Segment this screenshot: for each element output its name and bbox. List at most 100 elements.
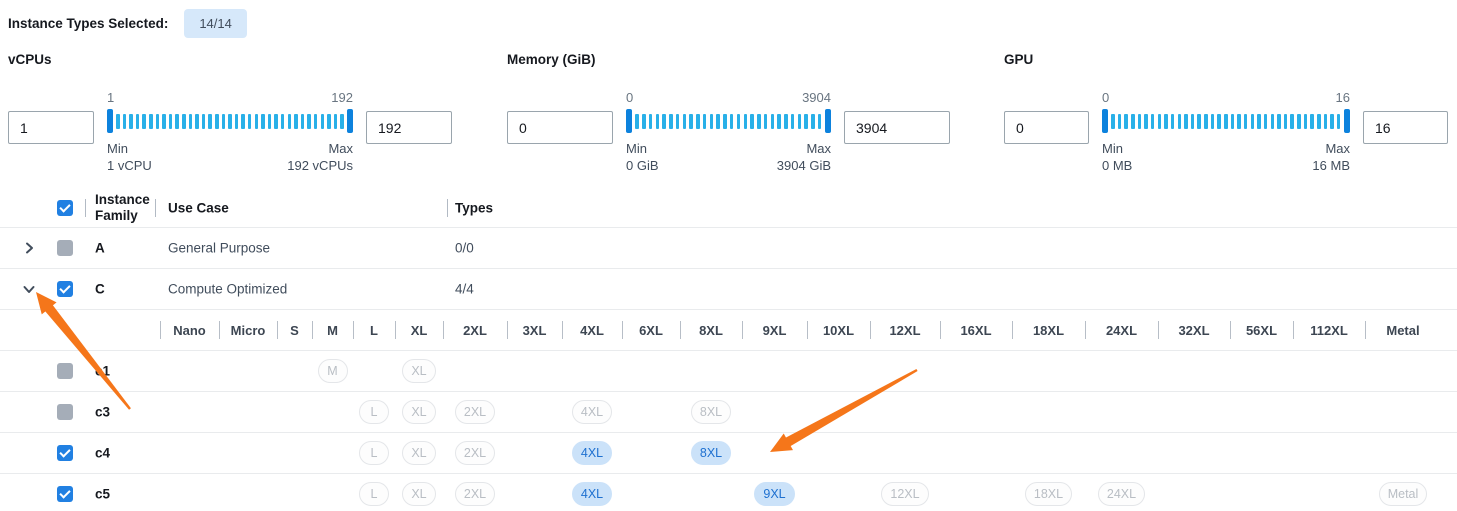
size-column-header-8xl: 8XL xyxy=(680,310,742,350)
vcpus-max-input[interactable] xyxy=(366,111,452,144)
slider-tick xyxy=(683,114,687,129)
size-column-header-3xl: 3XL xyxy=(507,310,562,350)
size-column-label: 9XL xyxy=(763,323,787,338)
collapse-row-button[interactable] xyxy=(20,280,38,298)
slider-tick xyxy=(1310,114,1314,129)
instance-row-c5: c5LXL2XL4XL9XL12XL18XL24XLMetal xyxy=(0,474,1457,511)
instance-sizes: L XL 2XL 4XL 8XL xyxy=(160,433,1441,473)
size-cell-c3-12xl xyxy=(870,392,940,432)
gpu-min-input[interactable] xyxy=(1004,111,1089,144)
size-pill-c4-8xl[interactable]: 8XL xyxy=(691,441,731,466)
slider-tick xyxy=(136,114,140,129)
slider-handle-max[interactable] xyxy=(825,109,831,133)
size-cell-c1-24xl xyxy=(1085,351,1158,391)
vcpus-min-input[interactable] xyxy=(8,111,94,144)
family-checkbox-a[interactable] xyxy=(57,240,73,256)
vcpus-filter-row: 1 192 Min 1 vCPU Max 192 vCPUs xyxy=(8,91,452,174)
slider-handle-max[interactable] xyxy=(347,109,353,133)
gpu-max-caption: Max xyxy=(1312,140,1350,157)
topbar: Instance Types Selected: 14/14 xyxy=(8,8,247,38)
instance-checkbox-c4[interactable] xyxy=(57,445,73,461)
expand-row-button[interactable] xyxy=(20,239,38,257)
size-pill-c1-m[interactable]: M xyxy=(318,359,348,384)
size-pill-c5-18xl[interactable]: 18XL xyxy=(1025,482,1072,507)
slider-handle-min[interactable] xyxy=(626,109,632,133)
size-cell-c3-m xyxy=(312,392,353,432)
gpu-slider-track[interactable] xyxy=(1102,109,1350,133)
size-column-label: 32XL xyxy=(1178,323,1209,338)
gpu-range-slider: 0 16 Min 0 MB Max 16 MB xyxy=(1102,91,1350,174)
instance-family-label: c1 xyxy=(95,364,110,379)
slider-handle-max[interactable] xyxy=(1344,109,1350,133)
size-pill-c3-xl[interactable]: XL xyxy=(402,400,435,425)
size-pill-c3-2xl[interactable]: 2XL xyxy=(455,400,495,425)
size-cell-c3-16xl xyxy=(940,392,1012,432)
size-pill-c5-9xl[interactable]: 9XL xyxy=(754,482,794,507)
size-column-label: 18XL xyxy=(1033,323,1064,338)
slider-tick xyxy=(1271,114,1275,129)
size-pill-c4-2xl[interactable]: 2XL xyxy=(455,441,495,466)
size-cell-c5-2xl: 2XL xyxy=(443,474,507,511)
memory-min-input[interactable] xyxy=(507,111,613,144)
size-cell-c4-4xl: 4XL xyxy=(562,433,622,473)
column-header-types: Types xyxy=(455,201,493,216)
gpu-range-min-label: 0 xyxy=(1102,91,1109,105)
size-cell-c4-m xyxy=(312,433,353,473)
slider-tick xyxy=(1284,114,1288,129)
instance-row-c4: c4LXL2XL4XL8XL xyxy=(0,433,1457,474)
slider-tick xyxy=(175,114,179,129)
select-all-checkbox[interactable] xyxy=(57,200,73,216)
size-pill-c5-24xl[interactable]: 24XL xyxy=(1098,482,1145,507)
size-pill-c3-l[interactable]: L xyxy=(359,400,389,425)
size-pill-c5-2xl[interactable]: 2XL xyxy=(455,482,495,507)
slider-tick xyxy=(268,114,272,129)
instance-checkbox-c3[interactable] xyxy=(57,404,73,420)
size-cell-c1-56xl xyxy=(1230,351,1293,391)
slider-tick xyxy=(340,114,344,129)
size-pill-c4-4xl[interactable]: 4XL xyxy=(572,441,612,466)
slider-tick xyxy=(804,114,808,129)
memory-max-input[interactable] xyxy=(844,111,950,144)
memory-range-max-label: 3904 xyxy=(802,91,831,105)
instance-checkbox-c5[interactable] xyxy=(57,486,73,502)
header-separator xyxy=(447,199,448,217)
size-pill-c5-l[interactable]: L xyxy=(359,482,389,507)
size-column-header-nano: Nano xyxy=(160,310,219,350)
size-pill-c4-xl[interactable]: XL xyxy=(402,441,435,466)
header-separator xyxy=(85,199,86,217)
instance-checkbox-c1[interactable] xyxy=(57,363,73,379)
size-pill-c3-8xl[interactable]: 8XL xyxy=(691,400,731,425)
memory-slider-track[interactable] xyxy=(626,109,831,133)
size-pill-c5-12xl[interactable]: 12XL xyxy=(881,482,928,507)
size-cell-c1-metal xyxy=(1365,351,1441,391)
vcpus-range-slider: 1 192 Min 1 vCPU Max 192 vCPUs xyxy=(107,91,353,174)
size-cell-c5-6xl xyxy=(622,474,680,511)
chevron-right-icon xyxy=(21,240,37,256)
slider-tick xyxy=(288,114,292,129)
use-case-label: General Purpose xyxy=(168,241,270,256)
memory-filter-title: Memory (GiB) xyxy=(507,52,950,67)
slider-tick xyxy=(1151,114,1155,129)
size-pill-c4-l[interactable]: L xyxy=(359,441,389,466)
gpu-max-input[interactable] xyxy=(1363,111,1448,144)
vcpus-min-caption-block: Min 1 vCPU xyxy=(107,140,152,174)
size-column-header-18xl: 18XL xyxy=(1012,310,1085,350)
slider-tick xyxy=(1224,114,1228,129)
family-checkbox-c[interactable] xyxy=(57,281,73,297)
memory-filter-row: 0 3904 Min 0 GiB Max 3904 GiB xyxy=(507,91,950,174)
slider-tick xyxy=(642,114,646,129)
vcpus-max-caption: Max xyxy=(287,140,353,157)
slider-handle-min[interactable] xyxy=(1102,109,1108,133)
size-pill-c5-xl[interactable]: XL xyxy=(402,482,435,507)
memory-range-min-label: 0 xyxy=(626,91,633,105)
size-pill-c5-metal[interactable]: Metal xyxy=(1379,482,1428,507)
vcpus-slider-track[interactable] xyxy=(107,109,353,133)
size-pill-c3-4xl[interactable]: 4XL xyxy=(572,400,612,425)
memory-min-unit: 0 GiB xyxy=(626,157,659,174)
slider-tick xyxy=(811,114,815,129)
size-pill-c5-4xl[interactable]: 4XL xyxy=(572,482,612,507)
size-cell-c4-16xl xyxy=(940,433,1012,473)
size-pill-c1-xl[interactable]: XL xyxy=(402,359,435,384)
slider-handle-min[interactable] xyxy=(107,109,113,133)
slider-tick xyxy=(195,114,199,129)
